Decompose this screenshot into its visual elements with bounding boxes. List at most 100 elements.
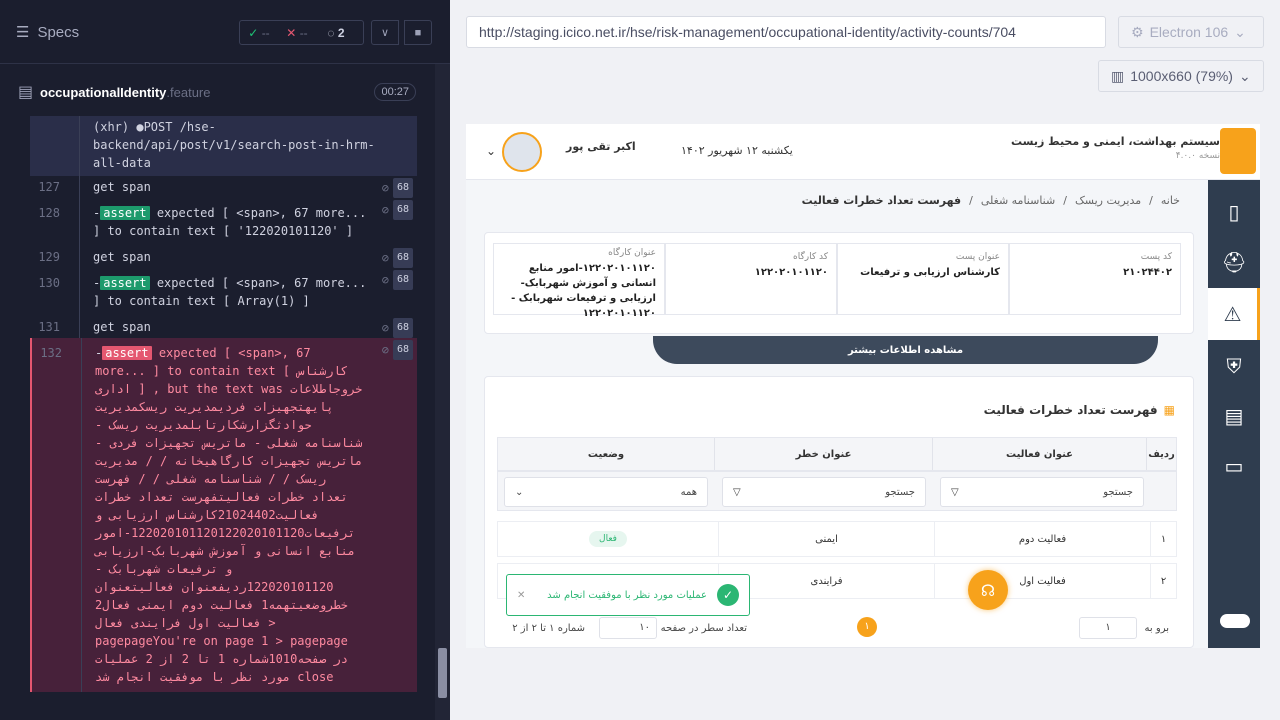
element-count: 68 <box>392 270 413 290</box>
command-row[interactable]: 132- assert expected [ <span>, 67 more...… <box>30 338 417 692</box>
viewport-selector[interactable]: ▥ 1000x660 (79%) ⌄ <box>1098 60 1264 92</box>
hazard-clipboard-icon[interactable]: ⚠ <box>1208 288 1260 340</box>
shield-icon[interactable]: ⛨ <box>1208 340 1260 392</box>
command-row[interactable]: 130- assert expected [ <span>, 67 more...… <box>30 268 417 316</box>
current-date: یکشنبه ۱۲ شهریور ۱۴۰۲ <box>681 144 793 157</box>
breadcrumb-risk[interactable]: مدیریت ریسک <box>1075 194 1141 207</box>
command-number: 129 <box>38 250 60 264</box>
book-icon[interactable]: ▯ <box>1208 186 1260 238</box>
specs-icon: ☰ <box>16 24 30 41</box>
assert-tag: assert <box>100 276 150 290</box>
info-card: کد پست ۲۱۰۲۴۴۰۲ عنوان پست کارشناس ارزیابی … <box>484 232 1194 334</box>
spec-duration: 00:27 <box>374 83 416 101</box>
command-text: get span <box>93 180 151 194</box>
command-log: (xhr) ●POST /hse-backend/api/post/v1/sea… <box>30 116 417 720</box>
app-header: سیستم بهداشت، ایمنی و محیط زیست نسخه ۴.۰… <box>466 124 1260 180</box>
info-post-code: کد پست ۲۱۰۲۴۴۰۲ <box>1009 243 1181 315</box>
command-number: 127 <box>38 180 60 194</box>
row-index: ۲ <box>1150 564 1176 598</box>
browser-selector[interactable]: ⚙ Electron 106 ⌄ <box>1118 16 1264 48</box>
pagination: برو به ۱ ۱ تعداد سطر در صفحه ۱۰ شماره ۱ … <box>497 615 1177 645</box>
status-select[interactable]: همه ⌄ <box>504 477 708 507</box>
theme-toggle[interactable] <box>1220 614 1250 628</box>
breadcrumb-home[interactable]: خانه <box>1161 194 1180 207</box>
assert-tag: assert <box>100 206 150 220</box>
col-index: ردیف <box>1146 438 1176 470</box>
row-hazard: ایمنی <box>718 522 934 556</box>
col-activity[interactable]: عنوان فعالیت <box>932 438 1146 470</box>
pending-icon: ◌ 2 <box>327 25 345 40</box>
stop-button[interactable]: ■ <box>404 20 432 45</box>
headset-icon[interactable]: ☊ <box>968 570 1008 610</box>
command-text: get span <box>93 320 151 334</box>
system-version: نسخه ۴.۰.۰ <box>1175 151 1220 161</box>
command-number: 131 <box>38 320 60 334</box>
element-count: 68 <box>392 178 413 198</box>
scrollbar-track[interactable] <box>435 64 450 720</box>
check-icon: ✓ <box>717 584 739 606</box>
command-row[interactable]: 128- assert expected [ <span>, 67 more...… <box>30 198 417 246</box>
command-text: get span <box>93 250 151 264</box>
breadcrumb-current: فهرست تعداد خطرات فعالیت <box>801 194 962 207</box>
page-button[interactable]: ۱ <box>857 617 877 637</box>
command-number: 130 <box>38 276 60 290</box>
info-workshop-code: کد کارگاه ۱۲۲۰۲۰۱۰۱۱۲۰ <box>665 243 837 315</box>
eye-slash-icon: ⊘ 68 <box>382 270 413 290</box>
col-hazard[interactable]: عنوان خطر <box>714 438 932 470</box>
browser-icon: ⚙ <box>1131 23 1144 40</box>
table-icon: ▦ <box>1163 403 1175 417</box>
chevron-down-icon[interactable]: ∨ <box>371 20 399 45</box>
system-title: سیستم بهداشت، ایمنی و محیط زیست <box>1011 135 1220 148</box>
row-activity: فعالیت دوم <box>934 522 1150 556</box>
command-row[interactable]: 127 get span ⊘ 68 <box>30 176 417 198</box>
element-count: 68 <box>392 318 413 338</box>
table-row: ۱ فعالیت دوم ایمنی فعال <box>497 521 1177 557</box>
element-count: 68 <box>392 200 413 220</box>
command-row[interactable]: 131 get span ⊘ 68 <box>30 316 417 338</box>
helmet-icon[interactable]: ⛑ <box>1208 236 1260 288</box>
breadcrumb: خانه / مدیریت ریسک / شناسنامه شغلی / فهرست … <box>801 194 1180 207</box>
passed-icon: ✓ -- <box>248 25 270 40</box>
col-status[interactable]: وضعیت <box>498 438 714 470</box>
element-count: 68 <box>392 340 413 360</box>
hazard-search-input[interactable]: جستجو ▽ <box>722 477 926 507</box>
success-toast: ✕ عملیات مورد نظر با موفقیت انجام شد ✓ <box>506 574 750 616</box>
eye-slash-icon: ⊘ 68 <box>382 248 413 268</box>
eye-slash-icon: ⊘ 68 <box>382 178 413 198</box>
goto-input[interactable]: ۱ <box>1079 617 1137 639</box>
specs-button[interactable]: ☰ Specs <box>16 23 80 42</box>
url-bar[interactable]: http://staging.icico.net.ir/hse/risk-man… <box>466 16 1106 48</box>
rows-select[interactable]: ۱۰ <box>599 617 657 639</box>
element-count: 68 <box>392 248 413 268</box>
failed-icon: ✕ -- <box>286 25 308 40</box>
report-chart-icon[interactable]: ▤ <box>1208 390 1260 442</box>
avatar[interactable] <box>502 132 542 172</box>
app-under-test: سیستم بهداشت، ایمنی و محیط زیست نسخه ۴.۰… <box>466 124 1260 648</box>
specs-label: Specs <box>37 23 80 41</box>
command-row[interactable]: (xhr) ●POST /hse-backend/api/post/v1/sea… <box>30 116 417 176</box>
monitor-icon[interactable]: ▭ <box>1208 440 1260 492</box>
chevron-down-icon: ⌄ <box>515 486 524 498</box>
command-number: 132 <box>40 346 62 360</box>
spec-file-row[interactable]: ▤ occupationalIdentity .feature 00:27 <box>0 75 432 109</box>
command-row[interactable]: 129 get span ⊘ 68 <box>30 246 417 268</box>
chevron-down-icon[interactable]: ⌄ <box>486 144 496 158</box>
more-info-button[interactable]: مشاهده اطلاعات بیشتر <box>653 336 1158 364</box>
rows-label: تعداد سطر در صفحه <box>660 623 747 634</box>
file-icon: ▤ <box>18 84 34 101</box>
range-label: شماره ۱ تا ۲ از ۲ <box>512 623 585 634</box>
stats-bar: ✓ -- ✕ -- ◌ 2 <box>239 20 364 45</box>
row-hazard: فرایندی <box>718 564 934 598</box>
command-number: 128 <box>38 206 60 220</box>
activity-search-input[interactable]: جستجو ▽ <box>940 477 1144 507</box>
runner-panel: http://staging.icico.net.ir/hse/risk-man… <box>450 0 1280 720</box>
list-title: ▦ فهرست تعداد خطرات فعالیت <box>983 403 1175 417</box>
breadcrumb-identity[interactable]: شناسنامه شغلی <box>981 194 1055 207</box>
app-sidebar: ▯ ⛑ ⚠ ⛨ ▤ ▭ <box>1208 180 1260 648</box>
scrollbar-thumb[interactable] <box>438 648 447 698</box>
info-workshop-title: عنوان کارگاه ۱۲۲۰۲۰۱۰۱۱۲۰-امور منابع انسا… <box>493 243 665 319</box>
close-icon[interactable]: ✕ <box>517 590 525 601</box>
reporter-panel: ☰ Specs ✓ -- ✕ -- ◌ 2 ∨ ■ ▤ occupationalI… <box>0 0 450 720</box>
row-index: ۱ <box>1150 522 1176 556</box>
command-text: expected [ <span>, 67 more... ] to conta… <box>95 346 363 684</box>
